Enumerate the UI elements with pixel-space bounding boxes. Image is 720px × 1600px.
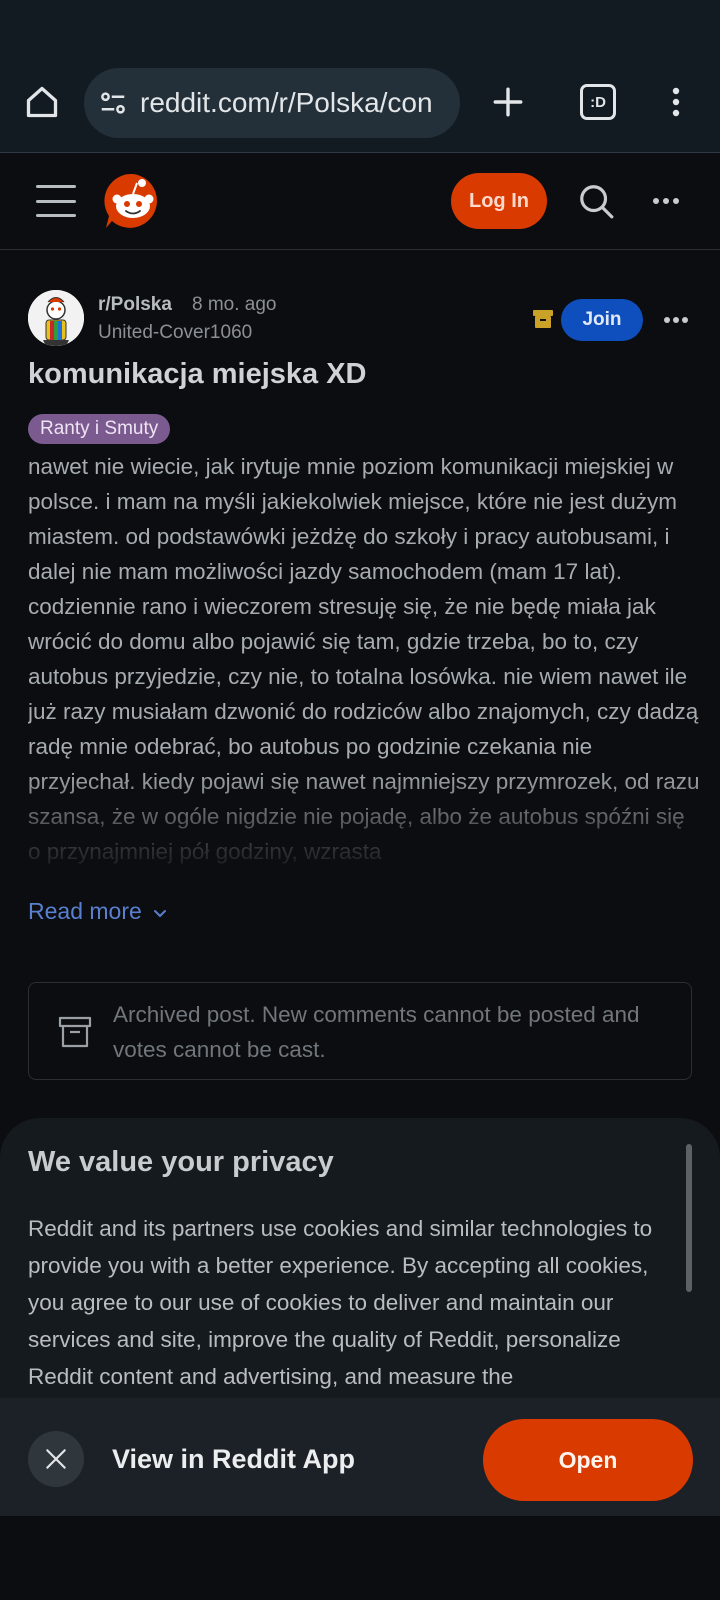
archived-notice: Archived post. New comments cannot be po… xyxy=(28,982,692,1080)
open-app-button[interactable]: Open xyxy=(483,1419,693,1501)
archive-icon xyxy=(532,308,554,330)
view-in-app-text: View in Reddit App xyxy=(112,1444,356,1474)
hamburger-icon[interactable] xyxy=(36,181,76,221)
tabs-count: :D xyxy=(580,84,616,120)
tabs-icon[interactable]: :D xyxy=(574,78,622,126)
post-flair[interactable]: Ranty i Smuty xyxy=(28,414,171,444)
chevron-down-icon xyxy=(152,898,168,925)
subreddit-avatar[interactable] xyxy=(28,290,84,346)
archived-notice-text: Archived post. New comments cannot be po… xyxy=(113,1002,640,1062)
post-body: nawet nie wiecie, jak irytuje mnie pozio… xyxy=(28,449,700,889)
archive-icon xyxy=(57,1014,93,1050)
search-icon[interactable] xyxy=(574,179,618,223)
home-icon[interactable] xyxy=(20,80,64,124)
privacy-text: Reddit and its partners use cookies and … xyxy=(28,1216,653,1389)
close-icon[interactable] xyxy=(28,1431,84,1487)
reddit-header: Log In xyxy=(0,153,720,250)
plus-icon[interactable] xyxy=(484,78,532,126)
site-settings-icon[interactable] xyxy=(96,86,130,120)
post-title[interactable]: komunikacja miejska XD xyxy=(28,354,688,394)
privacy-sheet: We value your privacy Reddit and its par… xyxy=(0,1118,720,1418)
app-banner: View in Reddit App Open xyxy=(0,1398,720,1516)
bottom-area xyxy=(0,1516,720,1600)
url-text: reddit.com/r/Polska/con xyxy=(140,87,433,118)
post-time: 8 mo. ago xyxy=(192,294,277,315)
read-more-label: Read more xyxy=(28,898,142,924)
more-icon[interactable] xyxy=(646,179,686,223)
post-more-icon[interactable] xyxy=(662,308,690,332)
login-button[interactable]: Log In xyxy=(451,173,547,229)
status-bar xyxy=(0,0,720,60)
privacy-scrollbar[interactable] xyxy=(686,1144,692,1292)
url-bar[interactable]: reddit.com/r/Polska/con xyxy=(84,68,460,138)
join-button[interactable]: Join xyxy=(561,299,643,341)
subreddit-name[interactable]: r/Polska xyxy=(98,294,172,316)
kebab-menu-icon[interactable] xyxy=(656,78,696,126)
privacy-title: We value your privacy xyxy=(28,1146,334,1178)
post-author[interactable]: United-Cover1060 xyxy=(98,322,252,344)
reddit-logo[interactable] xyxy=(104,172,162,230)
body-fade-overlay xyxy=(28,769,700,889)
browser-toolbar: reddit.com/r/Polska/con :D xyxy=(0,60,720,153)
read-more-link[interactable]: Read more xyxy=(28,898,168,925)
